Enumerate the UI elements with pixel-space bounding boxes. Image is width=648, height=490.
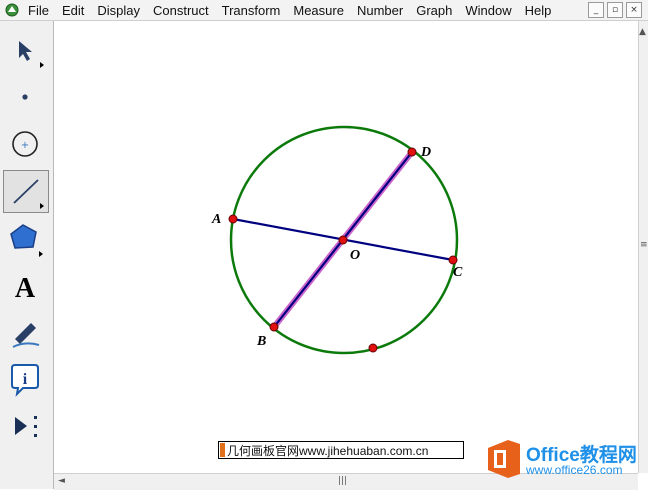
compass-icon: + — [12, 131, 38, 157]
watermark-banner: 几何画板官网www.jihehuaban.com.cn — [218, 441, 464, 459]
minimize-button[interactable]: _ — [588, 2, 604, 18]
menu-number[interactable]: Number — [357, 3, 403, 18]
label-c[interactable]: C — [453, 265, 463, 280]
office-logo-icon — [488, 440, 520, 478]
geometry-figure: A B C D O — [211, 125, 463, 355]
toolbox: + A i — [0, 21, 54, 489]
menu-display[interactable]: Display — [97, 3, 140, 18]
point-d[interactable] — [407, 147, 417, 157]
text-icon: A — [15, 273, 36, 304]
menu-construct[interactable]: Construct — [153, 3, 209, 18]
logo-sub-text: www.office26.com — [526, 463, 623, 477]
point-on-circle[interactable] — [368, 343, 378, 353]
point-a[interactable] — [228, 214, 238, 224]
scroll-grip-h-icon[interactable]: ||| — [338, 476, 347, 486]
menu-help[interactable]: Help — [525, 3, 552, 18]
point-b[interactable] — [269, 322, 279, 332]
svg-text:+: + — [21, 140, 29, 151]
arrow-tool[interactable] — [3, 29, 49, 72]
app-icon[interactable] — [5, 3, 19, 17]
menu-transform[interactable]: Transform — [222, 3, 281, 18]
arrow-icon — [19, 41, 44, 68]
label-a[interactable]: A — [211, 212, 221, 227]
label-o[interactable]: O — [350, 248, 360, 263]
segment-icon — [13, 179, 44, 209]
menu-edit[interactable]: Edit — [62, 3, 84, 18]
information-tool[interactable]: i — [3, 358, 49, 401]
scroll-up-icon[interactable]: ▲ — [639, 27, 646, 37]
menu-file[interactable]: File — [28, 3, 49, 18]
straightedge-tool[interactable] — [3, 170, 49, 213]
site-logo: Office教程网 www.office26.com — [484, 436, 644, 480]
watermark-text: 几何画板官网www.jihehuaban.com.cn — [227, 443, 429, 458]
menu-measure[interactable]: Measure — [293, 3, 344, 18]
point-c[interactable] — [448, 255, 458, 265]
label-b[interactable]: B — [256, 334, 266, 349]
scroll-grip-icon[interactable]: ≡ — [640, 240, 648, 250]
polygon-tool[interactable] — [3, 217, 49, 260]
menu-graph[interactable]: Graph — [416, 3, 452, 18]
point-tool[interactable] — [3, 76, 49, 119]
custom-tool[interactable] — [3, 405, 49, 448]
vertical-scrollbar[interactable]: ▲ ≡ — [638, 21, 648, 473]
point-icon — [22, 94, 28, 100]
point-o[interactable] — [338, 235, 348, 245]
text-tool[interactable]: A — [3, 264, 49, 307]
menu-window[interactable]: Window — [465, 3, 511, 18]
restore-button[interactable]: ▫ — [607, 2, 623, 18]
label-d[interactable]: D — [420, 145, 431, 160]
watermark-bar — [220, 443, 225, 457]
sketch-canvas[interactable]: A B C D O — [54, 21, 638, 473]
close-button[interactable]: × — [626, 2, 642, 18]
scroll-left-icon[interactable]: ◄ — [58, 476, 65, 486]
svg-text:A: A — [15, 273, 36, 304]
window-controls: _ ▫ × — [588, 2, 642, 18]
polygon-icon — [10, 224, 43, 257]
compass-tool[interactable]: + — [3, 123, 49, 166]
marker-icon — [12, 323, 40, 348]
menu: File Edit Display Construct Transform Me… — [28, 0, 564, 20]
svg-text:i: i — [23, 371, 28, 388]
menu-bar: File Edit Display Construct Transform Me… — [0, 0, 648, 21]
marker-tool[interactable] — [3, 311, 49, 354]
custom-tool-icon — [15, 416, 37, 437]
information-icon: i — [11, 364, 39, 397]
